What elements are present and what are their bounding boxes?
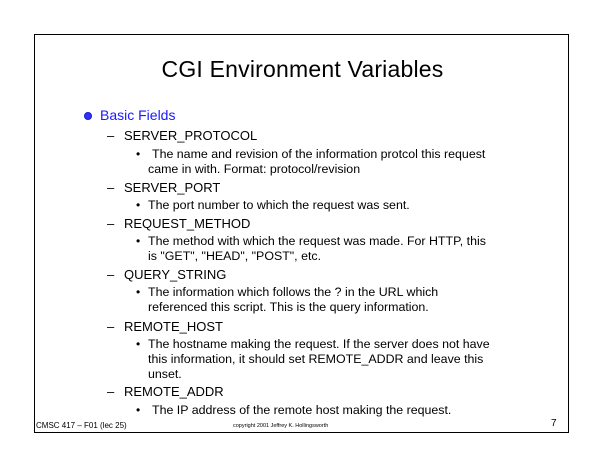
description-line: unset. (148, 367, 182, 381)
section-bullet-icon (84, 112, 92, 120)
variable-description: The port number to which the request was… (148, 198, 538, 213)
dash-icon: – (107, 216, 115, 231)
dash-icon: – (107, 319, 115, 334)
variable-name: SERVER_PROTOCOL (124, 128, 258, 143)
description-line: came in with. Format: protocol/revision (148, 162, 361, 176)
description-line: The IP address of the remote host making… (152, 403, 452, 417)
dot-bullet-icon: • (136, 234, 141, 248)
dash-icon: – (107, 384, 115, 399)
description-line: this information, it should set REMOTE_A… (148, 352, 484, 366)
description-line: The hostname making the request. If the … (148, 337, 490, 351)
variable-description: The hostname making the request. If the … (148, 337, 538, 382)
variable-description: The name and revision of the information… (148, 147, 538, 177)
slide-title: CGI Environment Variables (161, 56, 444, 82)
footer-course-label: CMSC 417 – F01 (lec 25) (36, 421, 127, 430)
dot-bullet-icon: • (136, 285, 141, 299)
variable-description: The information which follows the ? in t… (148, 285, 538, 315)
variable-name: SERVER_PORT (124, 180, 221, 195)
footer-copyright: copyright 2001 Jeffrey K. Hollingsworth (233, 423, 329, 429)
dot-bullet-icon: • (136, 198, 141, 212)
page-number: 7 (551, 418, 557, 429)
description-line: The method with which the request was ma… (148, 234, 486, 248)
variable-name: QUERY_STRING (124, 267, 227, 282)
dot-bullet-icon: • (136, 403, 141, 417)
variable-description: The IP address of the remote host making… (148, 403, 538, 418)
variable-description: The method with which the request was ma… (148, 234, 538, 264)
dot-bullet-icon: • (136, 147, 141, 161)
variable-name: REQUEST_METHOD (124, 216, 251, 231)
dot-bullet-icon: • (136, 337, 141, 351)
dash-icon: – (107, 128, 115, 143)
variable-name: REMOTE_HOST (124, 319, 223, 334)
description-line: is "GET", "HEAD", "POST", etc. (148, 249, 322, 263)
description-line: The information which follows the ? in t… (148, 285, 439, 299)
description-line: The port number to which the request was… (148, 198, 410, 212)
dash-icon: – (107, 267, 115, 282)
section-heading: Basic Fields (100, 107, 176, 123)
dash-icon: – (107, 180, 115, 195)
description-line: The name and revision of the information… (152, 147, 486, 161)
variable-name: REMOTE_ADDR (124, 384, 224, 399)
description-line: referenced this script. This is the quer… (148, 300, 429, 314)
